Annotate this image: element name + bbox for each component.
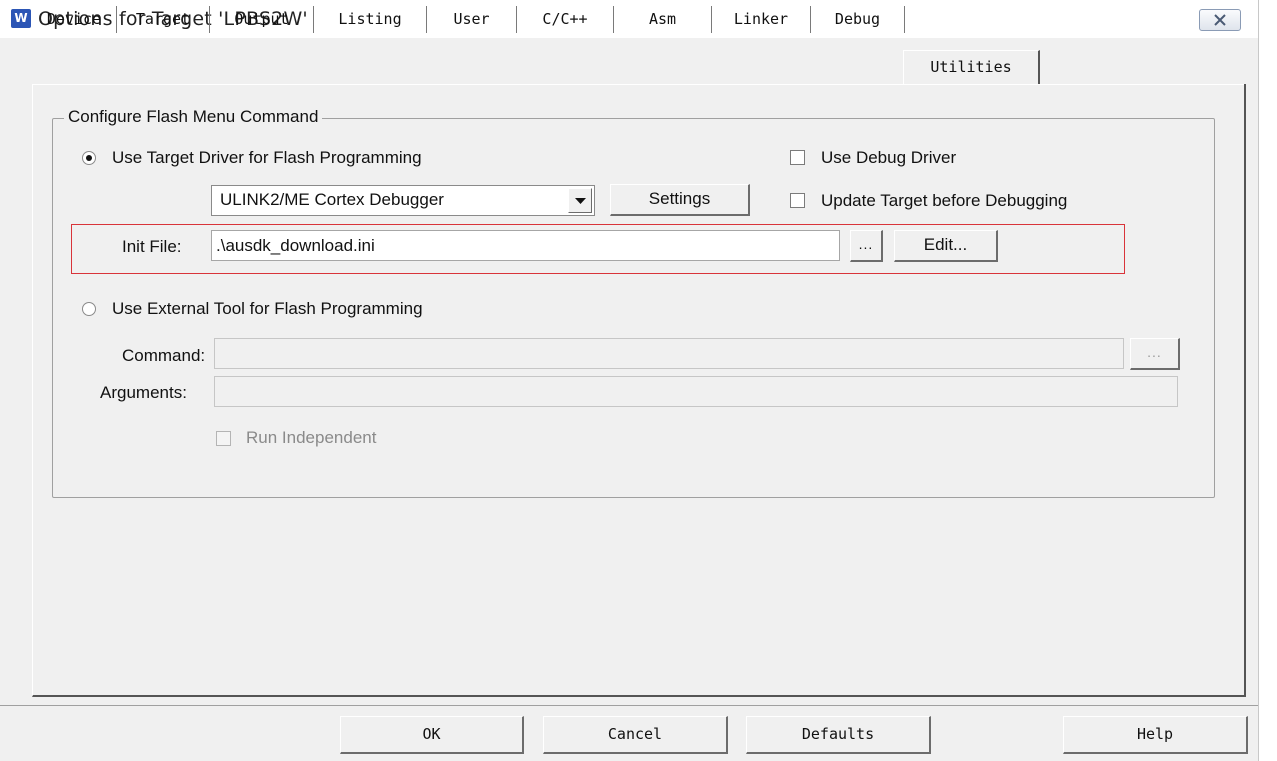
arguments-label: Arguments: bbox=[100, 383, 187, 402]
chevron-down-icon bbox=[575, 198, 586, 204]
background-window-edge bbox=[1258, 0, 1277, 761]
defaults-button[interactable]: Defaults bbox=[746, 716, 931, 754]
tab-output[interactable]: Output bbox=[210, 6, 314, 33]
options-dialog: W Options for Target 'LPBS2W' Device Tar… bbox=[0, 0, 1258, 761]
command-label: Command: bbox=[122, 346, 206, 365]
help-button[interactable]: Help bbox=[1063, 716, 1248, 754]
footer-divider bbox=[0, 705, 1258, 706]
init-file-browse-button[interactable]: ... bbox=[850, 230, 883, 262]
use-debug-driver-checkbox[interactable] bbox=[790, 150, 805, 165]
tab-debug[interactable]: Debug bbox=[811, 6, 905, 33]
command-browse-button[interactable]: ... bbox=[1130, 338, 1180, 370]
command-input[interactable] bbox=[214, 338, 1124, 369]
edit-init-file-button[interactable]: Edit... bbox=[894, 230, 998, 262]
arguments-input[interactable] bbox=[214, 376, 1178, 407]
tab-listing[interactable]: Listing bbox=[314, 6, 427, 33]
update-target-checkbox[interactable] bbox=[790, 193, 805, 208]
use-target-driver-label: Use Target Driver for Flash Programming bbox=[112, 148, 422, 167]
tab-c-cpp[interactable]: C/C++ bbox=[517, 6, 614, 33]
tab-utilities[interactable]: Utilities bbox=[903, 50, 1040, 84]
init-file-label: Init File: bbox=[122, 237, 182, 256]
use-external-tool-radio[interactable] bbox=[82, 302, 96, 316]
settings-button[interactable]: Settings bbox=[610, 184, 750, 216]
init-file-input[interactable]: .\ausdk_download.ini bbox=[211, 230, 840, 261]
close-button[interactable] bbox=[1199, 9, 1241, 31]
close-icon bbox=[1214, 14, 1226, 26]
use-external-tool-label: Use External Tool for Flash Programming bbox=[112, 299, 423, 318]
cancel-button[interactable]: Cancel bbox=[543, 716, 728, 754]
flash-driver-select[interactable]: ULINK2/ME Cortex Debugger bbox=[211, 185, 595, 216]
use-debug-driver-label: Use Debug Driver bbox=[821, 148, 957, 167]
run-independent-checkbox[interactable] bbox=[216, 431, 231, 446]
radio-selected-dot bbox=[86, 155, 92, 161]
tab-linker[interactable]: Linker bbox=[712, 6, 811, 33]
group-title: Configure Flash Menu Command bbox=[64, 107, 323, 127]
update-target-label: Update Target before Debugging bbox=[821, 191, 1068, 210]
tab-asm[interactable]: Asm bbox=[614, 6, 712, 33]
dropdown-arrow-button[interactable] bbox=[568, 188, 592, 213]
tab-user[interactable]: User bbox=[427, 6, 517, 33]
tab-target[interactable]: Target bbox=[117, 6, 210, 33]
keil-uvision-icon: W bbox=[11, 9, 31, 28]
run-independent-label: Run Independent bbox=[246, 428, 377, 447]
ok-button[interactable]: OK bbox=[340, 716, 524, 754]
flash-driver-value: ULINK2/ME Cortex Debugger bbox=[220, 190, 444, 209]
tab-device[interactable]: Device bbox=[32, 6, 117, 33]
use-target-driver-radio[interactable] bbox=[82, 151, 96, 165]
